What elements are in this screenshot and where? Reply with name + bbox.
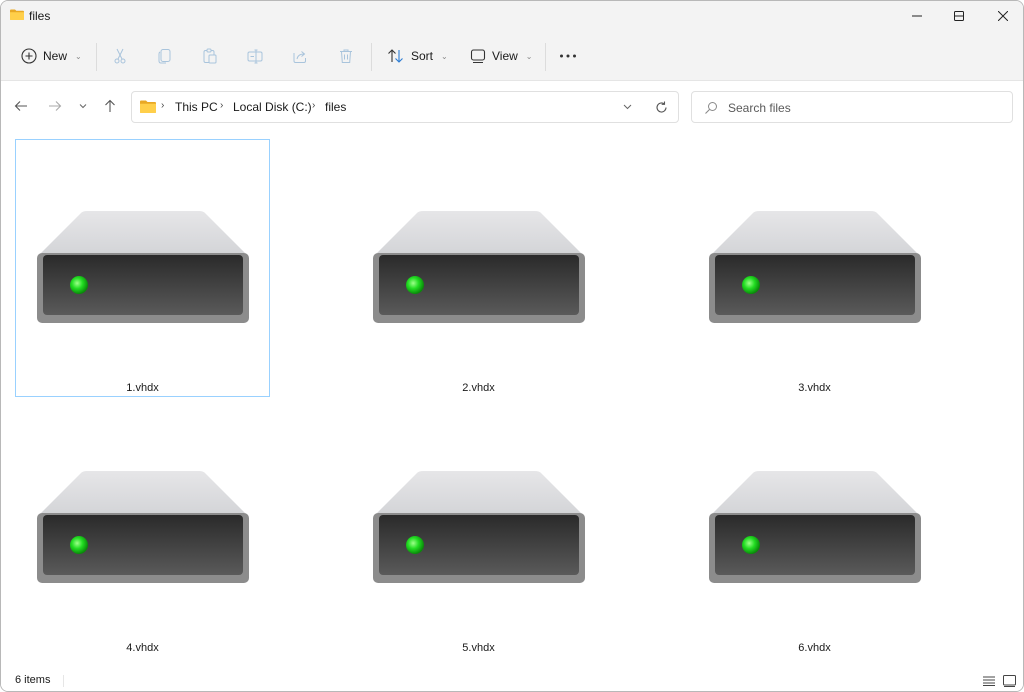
new-label: New xyxy=(43,49,68,63)
file-item[interactable]: 1.vhdx xyxy=(15,139,270,397)
new-button[interactable]: New ⌄ xyxy=(21,41,82,71)
cut-icon xyxy=(114,48,126,64)
arrow-left-icon xyxy=(14,101,27,111)
recent-locations-button[interactable] xyxy=(73,96,93,116)
cut-button[interactable] xyxy=(110,46,130,66)
chevron-down-icon xyxy=(623,104,631,110)
back-button[interactable] xyxy=(11,96,31,116)
chevron-down-icon: ⌄ xyxy=(525,51,533,61)
file-name: 2.vhdx xyxy=(462,382,495,394)
copy-icon xyxy=(158,49,171,64)
large-icons-view-icon xyxy=(1002,675,1016,687)
close-button[interactable] xyxy=(981,1,1023,31)
virtual-disk-icon xyxy=(373,471,585,583)
large-icons-view-button[interactable] xyxy=(1001,673,1017,689)
chevron-down-icon: ⌄ xyxy=(75,51,82,61)
minimize-icon xyxy=(912,15,922,17)
share-icon xyxy=(293,51,306,63)
virtual-disk-icon xyxy=(37,211,249,323)
chevron-down-icon: ⌄ xyxy=(441,51,448,61)
forward-button[interactable] xyxy=(45,96,65,116)
file-item[interactable]: 6.vhdx xyxy=(687,399,942,657)
more-options-button[interactable] xyxy=(558,46,578,66)
details-view-button[interactable] xyxy=(981,673,997,689)
view-label: View xyxy=(492,49,518,63)
file-item[interactable]: 2.vhdx xyxy=(351,139,606,397)
breadcrumb-local-disk[interactable]: Local Disk (C:) xyxy=(233,100,312,114)
delete-icon xyxy=(340,49,352,63)
breadcrumb-files[interactable]: files xyxy=(325,100,346,114)
sort-icon xyxy=(388,49,403,63)
address-history-dropdown[interactable] xyxy=(619,98,635,116)
close-icon xyxy=(998,11,1008,21)
file-name: 6.vhdx xyxy=(798,642,831,654)
view-button[interactable]: View ⌄ xyxy=(470,41,533,71)
address-bar[interactable]: › This PC › Local Disk (C:) › files xyxy=(131,91,679,123)
chevron-down-icon xyxy=(79,104,87,109)
search-box[interactable] xyxy=(691,91,1013,123)
refresh-button[interactable] xyxy=(652,98,670,116)
rename-button[interactable] xyxy=(245,46,265,66)
file-name: 1.vhdx xyxy=(126,382,159,394)
refresh-icon xyxy=(655,101,667,113)
file-item[interactable]: 4.vhdx xyxy=(15,399,270,657)
arrow-up-icon xyxy=(105,99,115,112)
maximize-button[interactable] xyxy=(937,1,981,31)
file-explorer-window: files New ⌄ Sort ⌄ View ⌄ › This PC › Lo… xyxy=(0,0,1024,692)
up-button[interactable] xyxy=(100,96,120,116)
virtual-disk-icon xyxy=(37,471,249,583)
search-input[interactable] xyxy=(728,98,998,118)
file-view: 1.vhdx 2.vhdx 3.vhdx 4.vhdx 5.vhdx 6.vhd… xyxy=(1,131,1023,669)
breadcrumb-separator: › xyxy=(220,100,224,111)
search-icon xyxy=(705,102,717,114)
share-button[interactable] xyxy=(290,46,310,66)
arrow-right-icon xyxy=(49,101,62,111)
file-item[interactable]: 3.vhdx xyxy=(687,139,942,397)
file-name: 5.vhdx xyxy=(462,642,495,654)
details-view-icon xyxy=(983,676,995,686)
file-name: 3.vhdx xyxy=(798,382,831,394)
minimize-button[interactable] xyxy=(895,1,939,31)
toolbar-divider xyxy=(371,43,372,71)
view-icon xyxy=(470,49,486,64)
paste-icon xyxy=(203,48,217,64)
virtual-disk-icon xyxy=(373,211,585,323)
breadcrumb-this-pc[interactable]: This PC xyxy=(175,100,218,114)
toolbar-divider xyxy=(96,43,97,71)
command-bar: New ⌄ Sort ⌄ View ⌄ xyxy=(1,31,1023,81)
item-count: 6 items xyxy=(15,674,51,686)
delete-button[interactable] xyxy=(336,46,356,66)
copy-button[interactable] xyxy=(155,46,175,66)
breadcrumb-separator: › xyxy=(161,100,165,111)
status-bar: 6 items xyxy=(1,669,1023,691)
breadcrumb-separator: › xyxy=(312,100,316,111)
more-icon xyxy=(560,54,576,58)
toolbar-divider xyxy=(545,43,546,71)
maximize-icon xyxy=(954,11,964,21)
virtual-disk-icon xyxy=(709,471,921,583)
file-name: 4.vhdx xyxy=(126,642,159,654)
sort-label: Sort xyxy=(411,49,434,63)
plus-circle-icon xyxy=(21,48,37,64)
window-title: files xyxy=(29,9,51,23)
folder-icon xyxy=(140,100,156,113)
folder-icon xyxy=(10,9,24,20)
virtual-disk-icon xyxy=(709,211,921,323)
paste-button[interactable] xyxy=(200,46,220,66)
sort-button[interactable]: Sort ⌄ xyxy=(387,41,448,71)
file-item[interactable]: 5.vhdx xyxy=(351,399,606,657)
status-divider xyxy=(63,675,64,687)
rename-icon xyxy=(247,49,263,64)
title-bar: files xyxy=(1,1,1023,31)
